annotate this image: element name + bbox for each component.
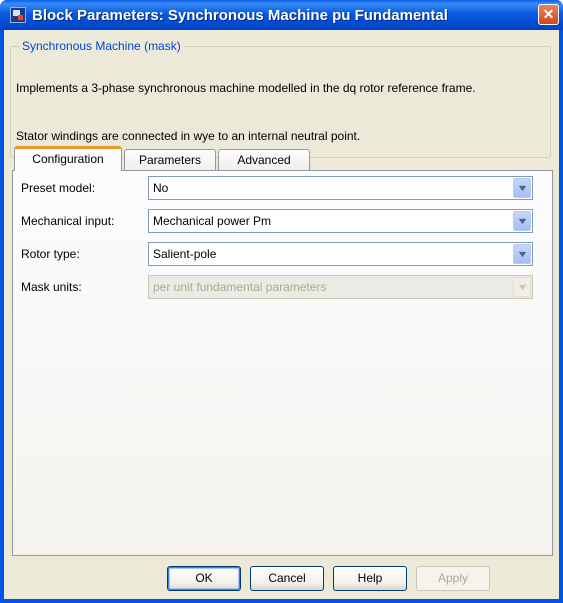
title-bar[interactable]: Block Parameters: Synchronous Machine pu… xyxy=(0,0,563,30)
close-button[interactable]: ✕ xyxy=(538,4,559,25)
preset-model-row: Preset model: No ▼ xyxy=(21,176,533,200)
mechanical-input-row: Mechanical input: Mechanical power Pm ▼ xyxy=(21,209,533,233)
mechanical-input-label: Mechanical input: xyxy=(21,214,115,228)
rotor-type-value: Salient-pole xyxy=(153,247,217,261)
rotor-type-arrow-button[interactable]: ▼ xyxy=(513,244,531,264)
preset-model-value: No xyxy=(153,181,169,195)
mechanical-input-value: Mechanical power Pm xyxy=(153,214,272,228)
configuration-panel: Preset model: No ▼ Mechanical input: Mec… xyxy=(12,170,553,556)
tab-configuration[interactable]: Configuration xyxy=(14,146,122,171)
ok-button[interactable]: OK xyxy=(167,566,241,591)
preset-model-dropdown[interactable]: No ▼ xyxy=(148,176,533,200)
help-button[interactable]: Help xyxy=(333,566,407,591)
mechanical-input-dropdown[interactable]: Mechanical power Pm ▼ xyxy=(148,209,533,233)
rotor-type-label: Rotor type: xyxy=(21,247,80,261)
dialog-content: Synchronous Machine (mask) Implements a … xyxy=(4,30,559,599)
chevron-down-icon: ▼ xyxy=(515,215,529,226)
window-title: Block Parameters: Synchronous Machine pu… xyxy=(32,6,448,24)
chevron-down-icon: ▼ xyxy=(515,281,529,292)
chevron-down-icon: ▼ xyxy=(515,248,529,259)
tab-advanced[interactable]: Advanced xyxy=(218,149,310,170)
rotor-type-row: Rotor type: Salient-pole ▼ xyxy=(21,242,533,266)
mask-units-dropdown: per unit fundamental parameters ▼ xyxy=(148,275,533,299)
mask-units-value: per unit fundamental parameters xyxy=(153,280,327,294)
mechanical-input-arrow-button[interactable]: ▼ xyxy=(513,211,531,231)
cancel-button[interactable]: Cancel xyxy=(250,566,324,591)
rotor-type-dropdown[interactable]: Salient-pole ▼ xyxy=(148,242,533,266)
description-line-2: Stator windings are connected in wye to … xyxy=(16,129,361,143)
mask-units-row: Mask units: per unit fundamental paramet… xyxy=(21,275,533,299)
dialog-window: Block Parameters: Synchronous Machine pu… xyxy=(0,0,563,603)
preset-model-label: Preset model: xyxy=(21,181,96,195)
button-bar: OK Cancel Help Apply xyxy=(4,566,559,594)
apply-button: Apply xyxy=(416,566,490,591)
mask-description-group: Synchronous Machine (mask) Implements a … xyxy=(10,39,551,158)
mask-units-arrow-button: ▼ xyxy=(513,277,531,297)
chevron-down-icon: ▼ xyxy=(515,182,529,193)
group-legend: Synchronous Machine (mask) xyxy=(19,39,184,53)
preset-model-arrow-button[interactable]: ▼ xyxy=(513,178,531,198)
close-icon: ✕ xyxy=(542,6,555,22)
description-line-1: Implements a 3-phase synchronous machine… xyxy=(16,81,476,95)
tab-parameters[interactable]: Parameters xyxy=(124,149,216,170)
mask-units-label: Mask units: xyxy=(21,280,82,294)
app-icon xyxy=(10,7,26,23)
